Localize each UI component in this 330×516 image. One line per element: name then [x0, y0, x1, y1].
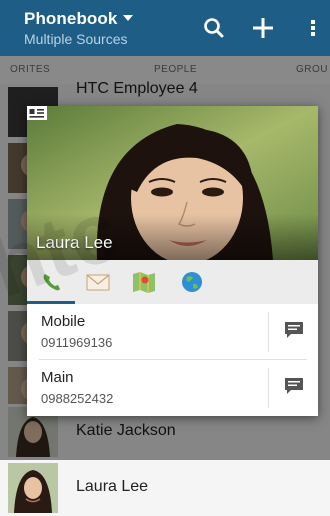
map-icon[interactable] — [131, 269, 157, 295]
app-header: Phonebook Multiple Sources — [0, 0, 330, 56]
mail-icon[interactable] — [85, 269, 111, 295]
list-item[interactable]: Laura Lee — [0, 460, 330, 516]
message-icon[interactable] — [283, 375, 305, 397]
divider — [268, 312, 269, 352]
quick-contact-card: Laura Lee Mobile 0911969136 Main 0988252… — [27, 106, 318, 416]
overflow-menu-icon[interactable] — [300, 14, 328, 42]
phone-icon[interactable] — [39, 269, 65, 295]
contact-name: Laura Lee — [76, 478, 149, 495]
entry-label: Main — [41, 369, 74, 386]
globe-icon[interactable] — [179, 269, 205, 295]
vcard-icon[interactable] — [27, 106, 47, 120]
contact-name: Laura Lee — [36, 233, 113, 252]
entry-value: 0988252432 — [41, 391, 114, 406]
phone-entry-main[interactable]: Main 0988252432 — [27, 360, 318, 416]
message-icon[interactable] — [283, 319, 305, 341]
phonebook-app: Phonebook Multiple Sources ORITES PEOPLE… — [0, 0, 330, 516]
header-title: Phonebook — [24, 9, 118, 28]
phone-entry-mobile[interactable]: Mobile 0911969136 — [27, 304, 318, 362]
plus-icon[interactable] — [249, 14, 277, 42]
dropdown-caret-icon — [123, 15, 134, 21]
contact-action-bar — [27, 260, 318, 304]
search-icon[interactable] — [200, 14, 228, 42]
contact-photo: Laura Lee — [27, 106, 318, 260]
phonebook-source-dropdown[interactable]: Phonebook — [24, 9, 134, 29]
entry-value: 0911969136 — [41, 335, 113, 350]
entry-label: Mobile — [41, 313, 86, 330]
header-subtitle: Multiple Sources — [24, 31, 128, 47]
avatar — [8, 463, 58, 513]
divider — [268, 368, 269, 408]
